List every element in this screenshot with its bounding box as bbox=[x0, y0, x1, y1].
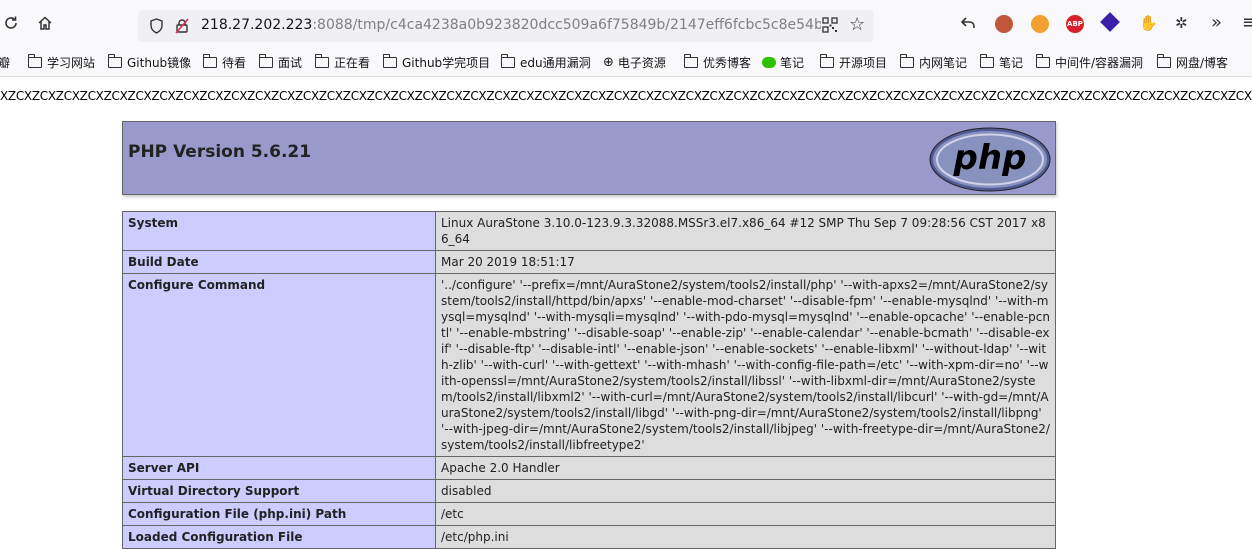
home-icon[interactable] bbox=[30, 9, 60, 37]
bookmark-folder[interactable]: 网盘/博客 bbox=[1157, 54, 1228, 71]
bookmark-folder[interactable]: 正在看 bbox=[315, 54, 370, 71]
page-title: PHP Version 5.6.21 bbox=[128, 142, 312, 162]
bookmark-folder[interactable]: edu通用漏洞 bbox=[501, 54, 591, 71]
hand-extension-icon[interactable]: ✋ bbox=[1139, 14, 1158, 32]
folder-icon bbox=[203, 54, 217, 68]
url-text[interactable]: 218.27.202.223:8088/tmp/c4ca4238a0b92382… bbox=[201, 17, 821, 33]
row-key: System bbox=[122, 211, 436, 251]
cookie-extension-icon[interactable] bbox=[995, 15, 1013, 33]
bookmark-star-icon[interactable]: ☆ bbox=[849, 14, 865, 35]
browser-toolbar: 218.27.202.223:8088/tmp/c4ca4238a0b92382… bbox=[0, 0, 1252, 46]
row-value: Linux AuraStone 3.10.0-123.9.3.32088.MSS… bbox=[435, 211, 1056, 251]
bookmark-label: 开源项目 bbox=[839, 56, 888, 70]
overflow-chevron-icon[interactable]: » bbox=[1211, 12, 1222, 33]
bug-extension-icon[interactable]: ✲ bbox=[1175, 14, 1188, 32]
row-value: /etc/php.ini bbox=[435, 525, 1056, 549]
url-host: 218.27.202.223 bbox=[201, 17, 313, 33]
bookmark-folder[interactable]: 笔记 bbox=[980, 54, 1023, 71]
table-row: Virtual Directory Support disabled bbox=[122, 479, 1056, 503]
table-row: Configuration File (php.ini) Path /etc bbox=[122, 502, 1056, 526]
bookmark-label: 笔记 bbox=[999, 56, 1024, 70]
bookmark-item[interactable]: 笔记 bbox=[762, 54, 804, 71]
bookmarks-bar: 瓣 学习网站 Github镜像 待看 面试 正在看 Github学完项目 edu… bbox=[0, 46, 1252, 77]
folder-icon bbox=[383, 54, 397, 68]
folder-icon bbox=[28, 54, 42, 68]
row-key: Virtual Directory Support bbox=[122, 479, 436, 503]
row-value: /etc bbox=[435, 502, 1056, 526]
table-row: System Linux AuraStone 3.10.0-123.9.3.32… bbox=[122, 211, 1056, 251]
row-value: '../configure' '--prefix=/mnt/AuraStone2… bbox=[435, 273, 1056, 457]
bookmark-label: Github学完项目 bbox=[402, 56, 491, 70]
folder-icon bbox=[108, 54, 122, 68]
wechat-icon bbox=[762, 57, 776, 68]
php-logo-text: php bbox=[953, 138, 1027, 178]
bookmark-label: 面试 bbox=[278, 56, 303, 70]
folder-icon bbox=[1036, 54, 1050, 68]
menu-icon[interactable]: ≡ bbox=[1242, 12, 1252, 33]
row-value: Mar 20 2019 18:51:17 bbox=[435, 250, 1056, 274]
marquee-text: XZCXZCXZCXZCXZCXZCXZCXZCXZCXZCXZCXZCXZCX… bbox=[0, 89, 1252, 103]
bookmark-folder[interactable]: Github镜像 bbox=[108, 54, 191, 71]
bookmark-folder[interactable]: 开源项目 bbox=[820, 54, 887, 71]
row-key: Build Date bbox=[122, 250, 436, 274]
bookmark-label: 电子资源 bbox=[617, 56, 666, 70]
reload-icon[interactable] bbox=[0, 9, 26, 37]
tracking-shield-icon[interactable] bbox=[146, 16, 166, 36]
bookmark-label: 笔记 bbox=[780, 56, 805, 70]
table-row: Configure Command '../configure' '--pref… bbox=[122, 273, 1056, 457]
bookmark-folder[interactable]: 中间件/容器漏洞 bbox=[1036, 54, 1143, 71]
bookmark-label: 网盘/博客 bbox=[1176, 56, 1229, 70]
folder-icon bbox=[820, 54, 834, 68]
row-value: Apache 2.0 Handler bbox=[435, 456, 1056, 480]
bookmark-folder[interactable]: 学习网站 bbox=[28, 54, 95, 71]
address-bar[interactable]: 218.27.202.223:8088/tmp/c4ca4238a0b92382… bbox=[138, 10, 874, 42]
bookmark-folder[interactable]: 待看 bbox=[203, 54, 246, 71]
bookmark-folder[interactable]: 优秀博客 bbox=[684, 54, 751, 71]
php-version-header: PHP Version 5.6.21 php bbox=[122, 121, 1056, 195]
bookmark-folder[interactable]: 内网笔记 bbox=[900, 54, 967, 71]
bookmark-label: 学习网站 bbox=[47, 56, 96, 70]
bookmark-label: 优秀博客 bbox=[703, 56, 752, 70]
purple-diamond-extension-icon[interactable] bbox=[1100, 12, 1120, 32]
bookmark-label: Github镜像 bbox=[127, 56, 192, 70]
qr-code-icon[interactable] bbox=[822, 17, 840, 35]
table-row: Server API Apache 2.0 Handler bbox=[122, 456, 1056, 480]
bookmark-label: 正在看 bbox=[334, 56, 371, 70]
table-row: Build Date Mar 20 2019 18:51:17 bbox=[122, 250, 1056, 274]
bookmark-item[interactable]: ⊕ 电子资源 bbox=[603, 54, 666, 71]
folder-icon bbox=[980, 54, 994, 68]
url-path: :8088/tmp/c4ca4238a0b923820dcc509a6f7584… bbox=[312, 17, 821, 33]
bookmark-label: 待看 bbox=[222, 56, 247, 70]
bookmark-label: 瓣 bbox=[0, 56, 11, 70]
php-logo-icon: php bbox=[929, 127, 1051, 192]
row-value: disabled bbox=[435, 479, 1056, 503]
folder-icon bbox=[315, 54, 329, 68]
folder-icon bbox=[259, 54, 273, 68]
row-key: Configure Command bbox=[122, 273, 436, 457]
folder-icon bbox=[501, 54, 515, 68]
back-arrow-icon[interactable] bbox=[953, 9, 983, 37]
row-key: Configuration File (php.ini) Path bbox=[122, 502, 436, 526]
row-key: Loaded Configuration File bbox=[122, 525, 436, 549]
orange-extension-icon[interactable] bbox=[1031, 15, 1049, 33]
bookmark-item[interactable]: 瓣 bbox=[0, 54, 10, 71]
bookmark-folder[interactable]: 面试 bbox=[259, 54, 302, 71]
adblock-plus-icon[interactable]: ABP bbox=[1066, 15, 1084, 33]
folder-icon bbox=[684, 54, 698, 68]
bookmark-label: 中间件/容器漏洞 bbox=[1055, 56, 1144, 70]
phpinfo-page: PHP Version 5.6.21 php System Linux Aura… bbox=[122, 121, 1056, 549]
globe-icon: ⊕ bbox=[603, 55, 614, 70]
bookmark-label: edu通用漏洞 bbox=[520, 56, 591, 70]
folder-icon bbox=[900, 54, 914, 68]
bookmark-label: 内网笔记 bbox=[919, 56, 968, 70]
info-table: System Linux AuraStone 3.10.0-123.9.3.32… bbox=[122, 211, 1056, 549]
folder-icon bbox=[1157, 54, 1171, 68]
table-row: Loaded Configuration File /etc/php.ini bbox=[122, 525, 1056, 549]
row-key: Server API bbox=[122, 456, 436, 480]
insecure-lock-icon[interactable] bbox=[172, 16, 192, 36]
bookmark-folder[interactable]: Github学完项目 bbox=[383, 54, 490, 71]
